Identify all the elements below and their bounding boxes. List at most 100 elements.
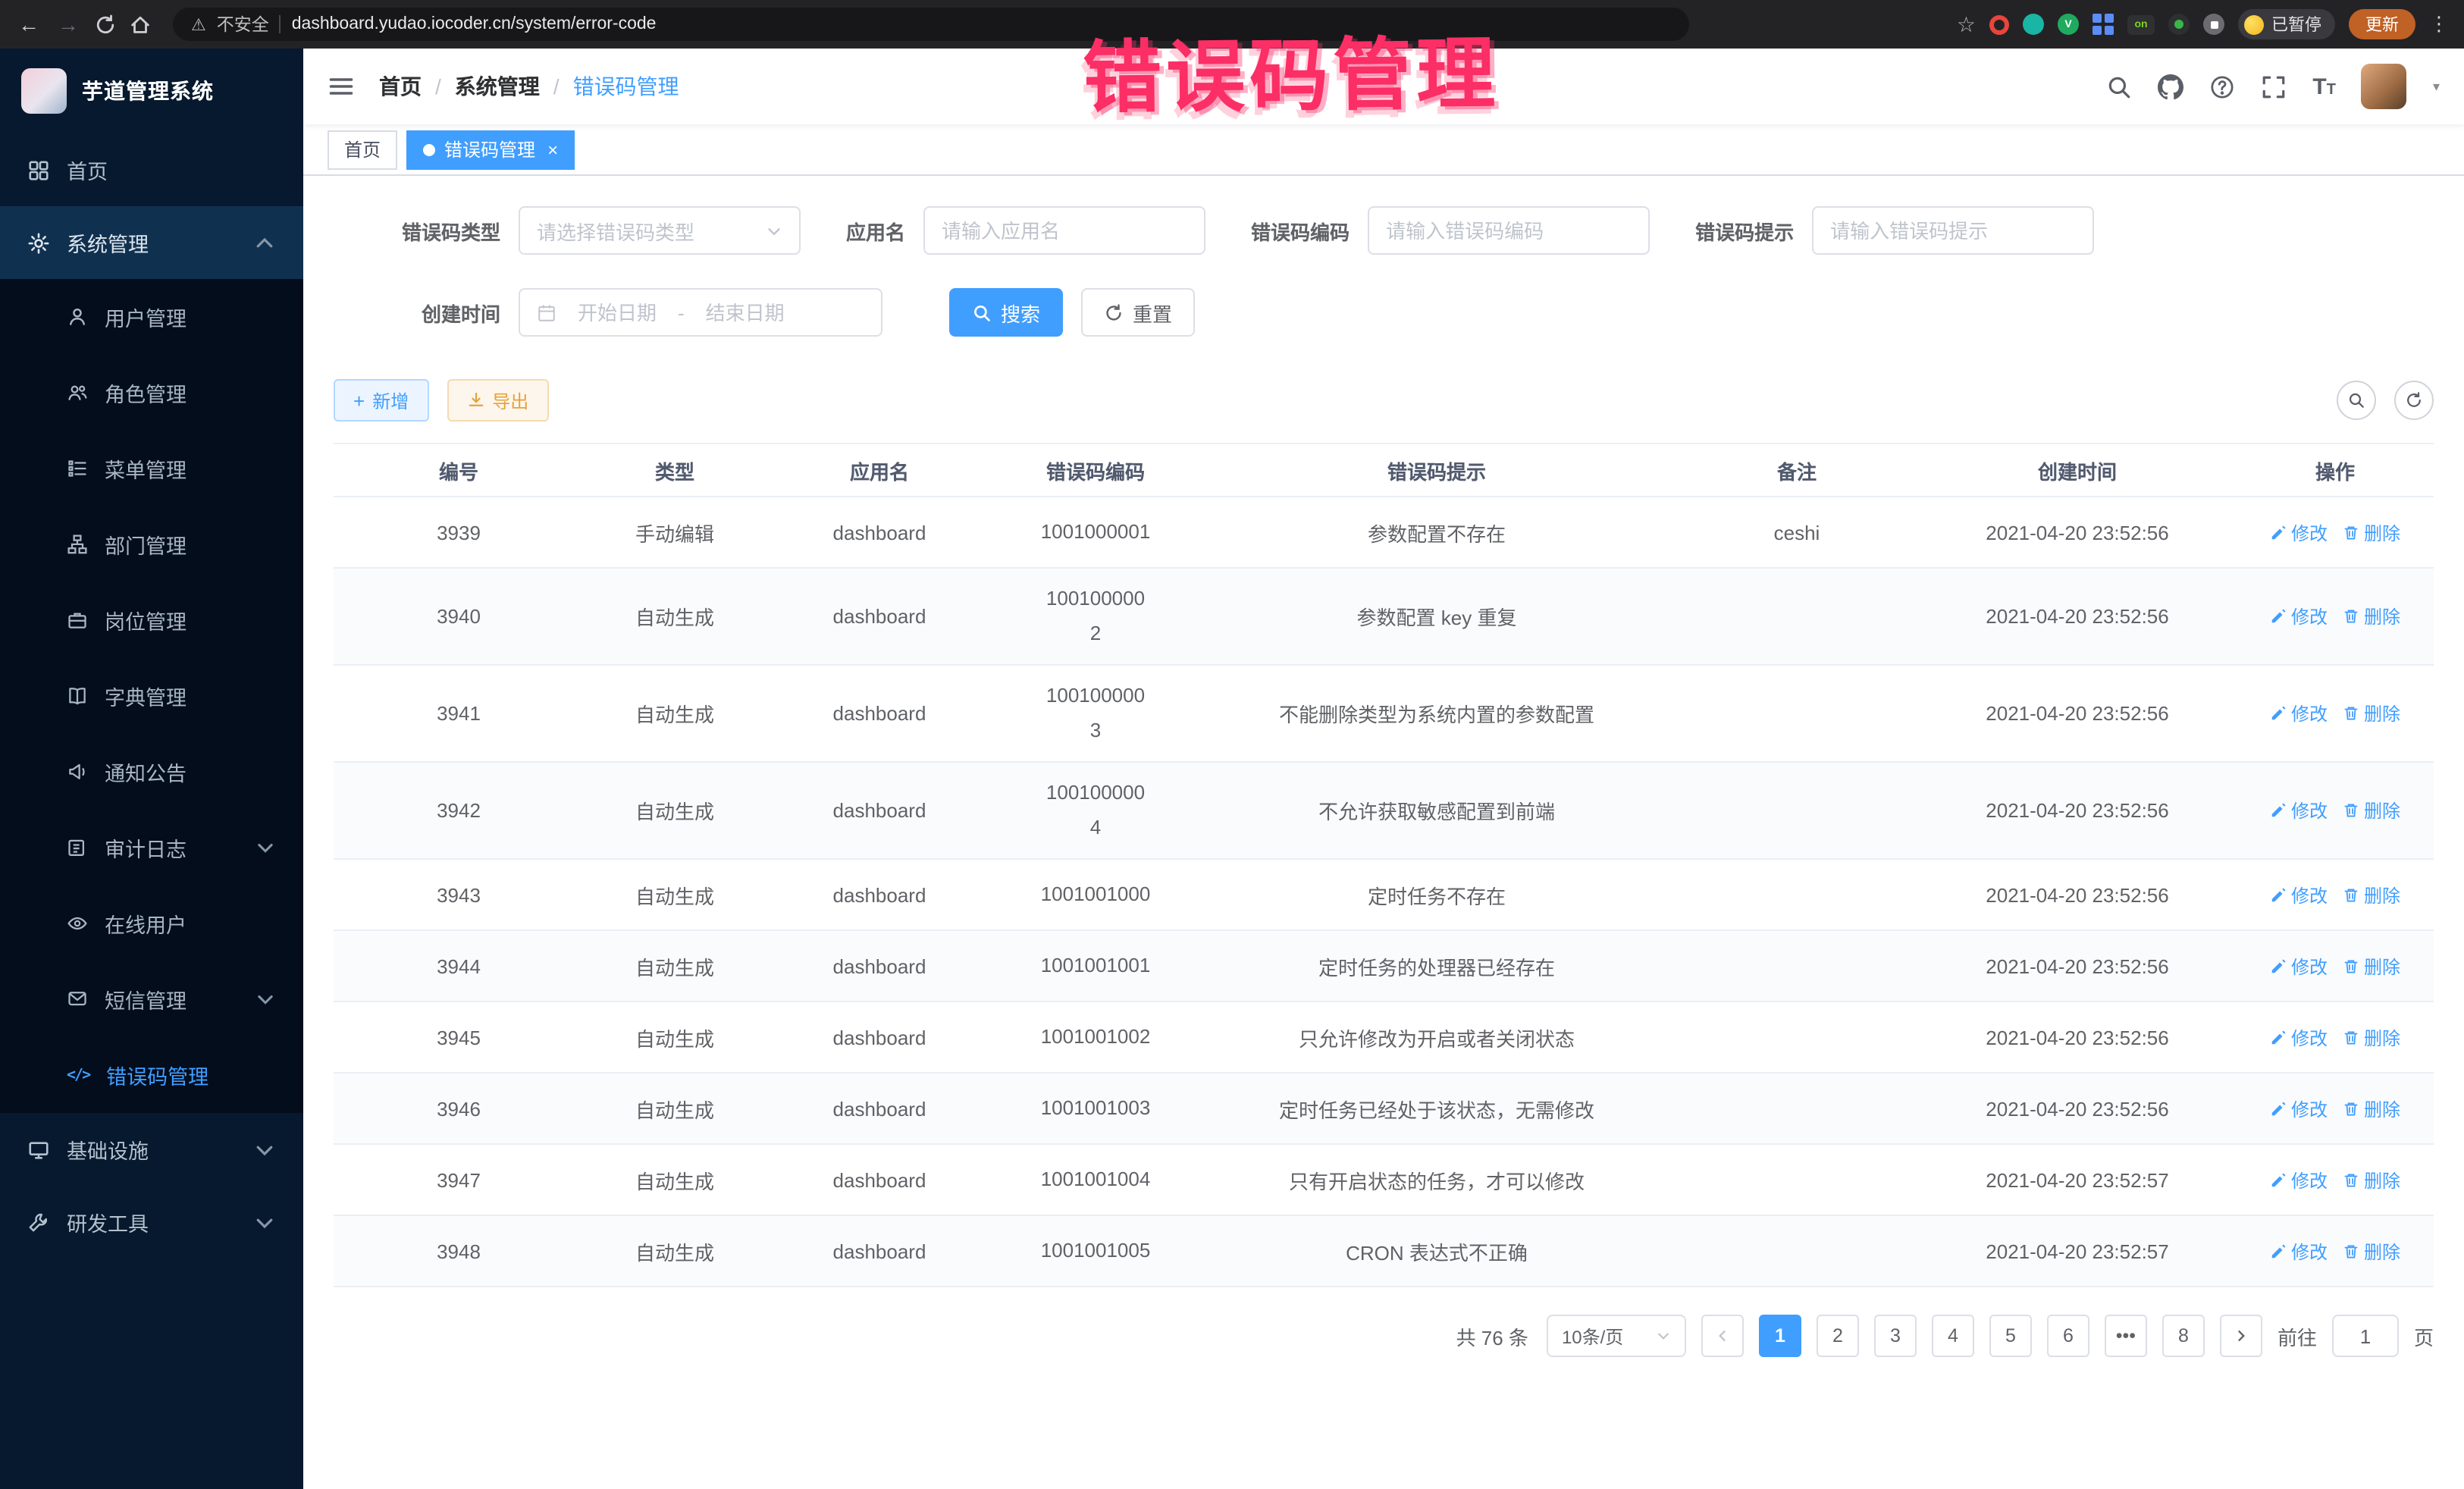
extension-green-dot-icon[interactable]	[2168, 14, 2190, 35]
delete-button[interactable]: 删除	[2343, 519, 2400, 545]
search-icon[interactable]	[2106, 74, 2132, 99]
extension-plug-icon[interactable]	[2203, 14, 2224, 35]
sidebar-group-label: 基础设施	[67, 1134, 149, 1165]
export-button[interactable]: 导出	[447, 379, 548, 422]
sidebar-item-error-code[interactable]: </> 错误码管理	[0, 1037, 303, 1113]
refresh-table-button[interactable]	[2394, 381, 2434, 420]
paused-badge[interactable]: 已暂停	[2238, 9, 2335, 39]
edit-button[interactable]: 修改	[2270, 1238, 2328, 1264]
page-button-5[interactable]: 5	[1989, 1315, 2032, 1357]
delete-button[interactable]: 删除	[2343, 953, 2400, 979]
column-header: 类型	[584, 456, 766, 484]
delete-button[interactable]: 删除	[2343, 603, 2400, 629]
sidebar-item-notices[interactable]: 通知公告	[0, 734, 303, 810]
bookmark-star-icon[interactable]: ☆	[1957, 11, 1976, 37]
edit-button[interactable]: 修改	[2270, 519, 2328, 545]
browser-menu-icon[interactable]: ⋮	[2429, 12, 2449, 36]
error-hint-input[interactable]	[1830, 219, 2076, 242]
sidebar-item-posts[interactable]: 岗位管理	[0, 582, 303, 658]
sidebar-item-departments[interactable]: 部门管理	[0, 506, 303, 582]
delete-button[interactable]: 删除	[2343, 1024, 2400, 1050]
edit-button[interactable]: 修改	[2270, 1024, 2328, 1050]
breadcrumb-home[interactable]: 首页	[379, 71, 422, 102]
tab-home[interactable]: 首页	[328, 130, 397, 169]
extension-grid-icon[interactable]	[2093, 14, 2114, 35]
page-button-6[interactable]: 6	[2047, 1315, 2089, 1357]
select-placeholder: 请选择错误码类型	[537, 216, 694, 245]
edit-button[interactable]: 修改	[2270, 603, 2328, 629]
delete-button[interactable]: 删除	[2343, 1096, 2400, 1121]
delete-button[interactable]: 删除	[2343, 1167, 2400, 1193]
hamburger-icon[interactable]	[328, 73, 355, 100]
end-date-input[interactable]	[695, 301, 795, 324]
sidebar-item-menus[interactable]: 菜单管理	[0, 431, 303, 506]
error-code-input[interactable]	[1386, 219, 1632, 242]
prev-page-button[interactable]	[1701, 1315, 1744, 1357]
error-type-select[interactable]: 请选择错误码类型	[519, 206, 801, 255]
start-date-input[interactable]	[567, 301, 667, 324]
avatar[interactable]	[2362, 64, 2407, 109]
table-header: 编号 类型 应用名 错误码编码 错误码提示 备注 创建时间 操作	[334, 443, 2434, 497]
reset-button[interactable]: 重置	[1081, 288, 1195, 337]
extension-teal-icon[interactable]	[2023, 14, 2044, 35]
app-name-input[interactable]	[942, 219, 1187, 242]
sidebar-item-online-users[interactable]: 在线用户	[0, 886, 303, 961]
extension-on-icon[interactable]: on	[2127, 14, 2155, 34]
page-size-select[interactable]: 10条/页	[1547, 1315, 1686, 1357]
extension-red-icon[interactable]	[1989, 14, 2009, 34]
sidebar-item-roles[interactable]: 角色管理	[0, 355, 303, 431]
extension-v-icon[interactable]: V	[2058, 14, 2079, 35]
caret-down-icon[interactable]: ▾	[2433, 78, 2440, 95]
breadcrumb-system[interactable]: 系统管理	[455, 71, 540, 102]
page-button-3[interactable]: 3	[1874, 1315, 1917, 1357]
goto-page-input[interactable]	[2332, 1315, 2399, 1357]
sidebar-item-sms[interactable]: 短信管理	[0, 961, 303, 1037]
page-more-button[interactable]: •••	[2105, 1315, 2147, 1357]
add-button[interactable]: + 新增	[334, 379, 428, 422]
cell-error-code: 100100000 2	[993, 583, 1198, 650]
cell-error-code: 100100000 4	[993, 777, 1198, 844]
browser-home-icon[interactable]	[129, 13, 152, 36]
logo[interactable]: 芋道管理系统	[0, 49, 303, 133]
browser-update-button[interactable]: 更新	[2349, 9, 2415, 39]
close-icon[interactable]: ×	[547, 139, 558, 160]
next-page-button[interactable]	[2220, 1315, 2262, 1357]
sidebar-item-users[interactable]: 用户管理	[0, 279, 303, 355]
browser-reload-icon[interactable]	[94, 13, 117, 36]
edit-button[interactable]: 修改	[2270, 953, 2328, 979]
tab-error-code[interactable]: 错误码管理 ×	[406, 130, 575, 169]
browser-forward-icon[interactable]: →	[55, 12, 82, 36]
delete-button[interactable]: 删除	[2343, 798, 2400, 823]
edit-button[interactable]: 修改	[2270, 1167, 2328, 1193]
fullscreen-icon[interactable]	[2261, 74, 2287, 99]
sidebar-item-home[interactable]: 首页	[0, 133, 303, 206]
github-icon[interactable]	[2158, 74, 2183, 99]
cell-error-code: 1001000001	[993, 516, 1198, 549]
sidebar-group-infrastructure[interactable]: 基础设施	[0, 1113, 303, 1186]
delete-button[interactable]: 删除	[2343, 882, 2400, 908]
search-button[interactable]: 搜索	[949, 288, 1063, 337]
page-button-4[interactable]: 4	[1932, 1315, 1974, 1357]
book-icon	[67, 685, 88, 707]
sidebar-item-dictionary[interactable]: 字典管理	[0, 658, 303, 734]
delete-button[interactable]: 删除	[2343, 701, 2400, 726]
help-icon[interactable]	[2209, 74, 2235, 99]
date-range-picker[interactable]: -	[519, 288, 882, 337]
sidebar-item-audit-log[interactable]: 审计日志	[0, 810, 303, 886]
sidebar-group-system[interactable]: 系统管理	[0, 206, 303, 279]
toggle-search-button[interactable]	[2337, 381, 2376, 420]
delete-button[interactable]: 删除	[2343, 1238, 2400, 1264]
edit-button[interactable]: 修改	[2270, 701, 2328, 726]
browser-back-icon[interactable]: ←	[15, 12, 42, 36]
font-size-icon[interactable]: TT	[2312, 75, 2336, 98]
edit-button[interactable]: 修改	[2270, 882, 2328, 908]
edit-button[interactable]: 修改	[2270, 1096, 2328, 1121]
page-button-2[interactable]: 2	[1817, 1315, 1859, 1357]
address-bar[interactable]: ⚠ 不安全 dashboard.yudao.iocoder.cn/system/…	[173, 8, 1689, 41]
trash-icon	[2343, 1029, 2359, 1045]
page-button-1[interactable]: 1	[1759, 1315, 1801, 1357]
sidebar-group-devtools[interactable]: 研发工具	[0, 1186, 303, 1259]
plus-icon: +	[353, 390, 365, 410]
edit-button[interactable]: 修改	[2270, 798, 2328, 823]
page-button-8[interactable]: 8	[2162, 1315, 2205, 1357]
